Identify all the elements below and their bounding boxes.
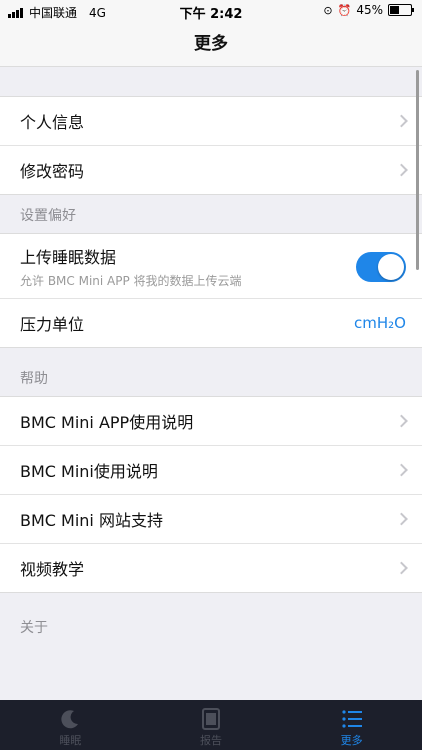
section-header-preferences: 设置偏好 xyxy=(20,208,76,224)
moon-icon xyxy=(61,710,79,729)
help-group: BMC Mini APP使用说明 BMC Mini使用说明 BMC Mini 网… xyxy=(0,396,422,593)
chevron-right-icon xyxy=(395,163,408,177)
tab-label: 更多 xyxy=(340,734,363,747)
row-label: 个人信息 xyxy=(20,113,85,132)
pressure-unit-value: cmH₂O xyxy=(354,314,406,332)
device-manual-row[interactable]: BMC Mini使用说明 xyxy=(0,446,422,495)
battery-percent: 45% xyxy=(356,3,383,17)
account-group: 个人信息 修改密码 xyxy=(0,96,422,195)
personal-info-row[interactable]: 个人信息 xyxy=(0,97,422,146)
upload-sleep-data-row: 上传睡眠数据 允许 BMC Mini APP 将我的数据上传云端 xyxy=(0,234,422,299)
tab-sleep[interactable]: 睡眠 xyxy=(0,700,141,750)
chevron-right-icon xyxy=(395,114,408,128)
row-label: 视频教学 xyxy=(20,560,85,579)
change-password-row[interactable]: 修改密码 xyxy=(0,146,422,194)
row-subtitle: 允许 BMC Mini APP 将我的数据上传云端 xyxy=(20,273,242,288)
app-manual-row[interactable]: BMC Mini APP使用说明 xyxy=(0,397,422,446)
tab-label: 报告 xyxy=(200,734,222,747)
status-bar: 中国联通 4G 下午 2:42 ⊙ ⏰ 45% xyxy=(0,0,422,22)
tab-report[interactable]: 报告 xyxy=(141,700,282,750)
chevron-right-icon xyxy=(395,414,408,428)
video-tutorial-row[interactable]: 视频教学 xyxy=(0,544,422,592)
settings-list[interactable]: 个人信息 修改密码 设置偏好 上传睡眠数据 允许 BMC Mini APP 将我… xyxy=(0,67,422,700)
tab-label: 睡眠 xyxy=(59,734,82,747)
website-support-row[interactable]: BMC Mini 网站支持 xyxy=(0,495,422,544)
list-icon xyxy=(342,710,362,728)
alarm-icon: ⏰ xyxy=(337,3,352,17)
tab-bar: 睡眠 报告 更多 xyxy=(0,700,422,750)
section-header-help: 帮助 xyxy=(20,371,48,387)
battery-icon xyxy=(388,4,414,16)
chevron-right-icon xyxy=(395,463,408,477)
preferences-group: 上传睡眠数据 允许 BMC Mini APP 将我的数据上传云端 压力单位 cm… xyxy=(0,233,422,348)
chevron-right-icon xyxy=(395,561,408,575)
row-label: 上传睡眠数据 xyxy=(20,247,117,267)
toggle-knob xyxy=(378,254,404,280)
upload-toggle[interactable] xyxy=(356,252,406,282)
pressure-unit-row[interactable]: 压力单位 cmH₂O xyxy=(0,299,422,347)
row-label: 压力单位 xyxy=(20,315,85,334)
tab-more[interactable]: 更多 xyxy=(281,700,422,750)
page-title: 更多 xyxy=(194,34,228,54)
row-label: BMC Mini 网站支持 xyxy=(20,511,163,530)
nav-bar: 更多 xyxy=(0,22,422,67)
status-right: ⊙ ⏰ 45% xyxy=(323,3,414,17)
row-label: BMC Mini APP使用说明 xyxy=(20,413,194,432)
chevron-right-icon xyxy=(395,512,408,526)
section-header-about: 关于 xyxy=(20,620,48,636)
report-icon xyxy=(202,708,220,730)
row-label: 修改密码 xyxy=(20,162,85,181)
orientation-lock-icon: ⊙ xyxy=(323,3,333,17)
scrollbar[interactable] xyxy=(416,70,419,270)
row-label: BMC Mini使用说明 xyxy=(20,462,158,481)
